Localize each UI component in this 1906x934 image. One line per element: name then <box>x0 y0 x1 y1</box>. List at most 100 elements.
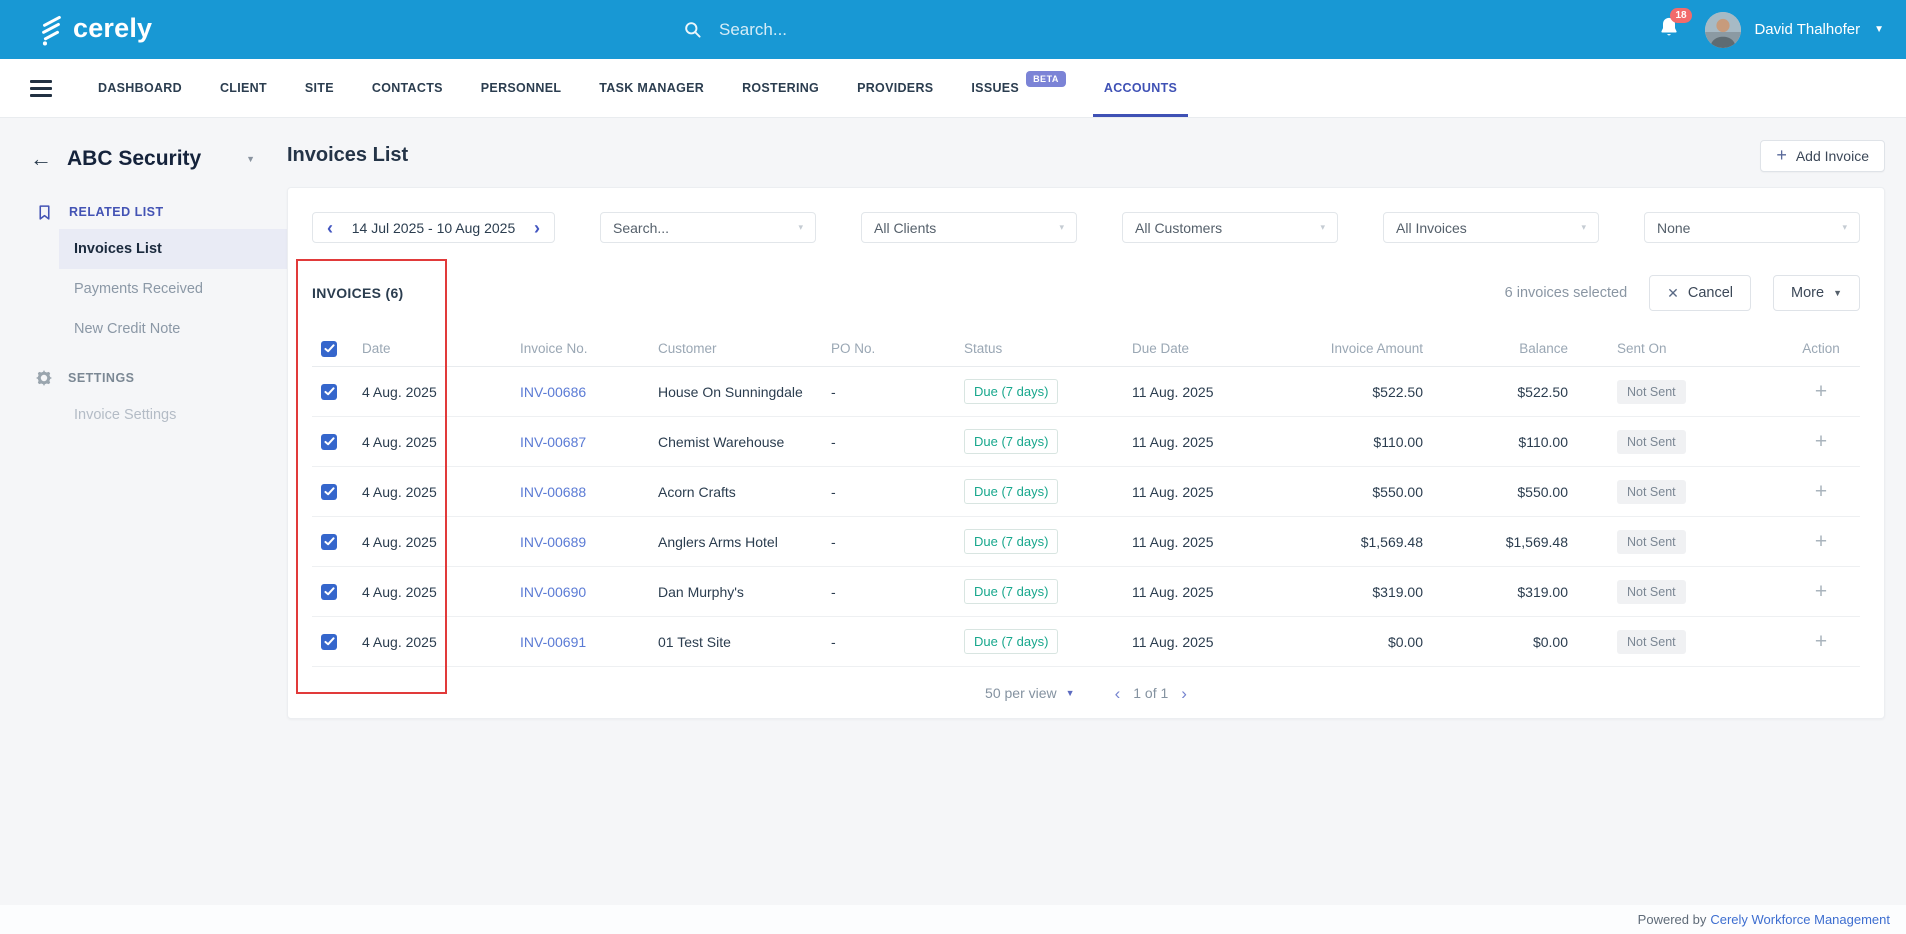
cell-customer: Acorn Crafts <box>658 484 831 500</box>
tab-label: ACCOUNTS <box>1104 81 1177 95</box>
sidebar-item-invoice-settings[interactable]: Invoice Settings <box>59 395 287 435</box>
cell-balance: $110.00 <box>1423 434 1568 450</box>
tab-task-manager[interactable]: TASK MANAGER <box>580 59 723 117</box>
brand[interactable]: cerely <box>38 14 152 46</box>
column-header-status[interactable]: Status <box>964 341 1132 356</box>
global-search-input[interactable]: Search... <box>683 0 787 59</box>
row-action-plus-icon[interactable]: + <box>1815 580 1827 603</box>
column-header-date[interactable]: Date <box>362 341 520 356</box>
sidebar-item-invoices-list[interactable]: Invoices List <box>59 229 287 269</box>
status-badge: Due (7 days) <box>964 629 1058 654</box>
plus-icon: + <box>1776 146 1787 166</box>
column-header-invoice-amount[interactable]: Invoice Amount <box>1292 341 1423 356</box>
add-invoice-label: Add Invoice <box>1796 148 1869 164</box>
chevron-right-icon[interactable]: › <box>534 219 540 237</box>
search-filter[interactable]: Search...▾ <box>600 212 816 243</box>
tab-accounts[interactable]: ACCOUNTS <box>1085 59 1196 117</box>
status-badge: Due (7 days) <box>964 529 1058 554</box>
row-checkbox[interactable] <box>321 534 337 550</box>
sent-on-cell: Not Sent <box>1568 580 1782 604</box>
tab-site[interactable]: SITE <box>286 59 353 117</box>
cell-due-date: 11 Aug. 2025 <box>1132 434 1292 450</box>
column-header-po-no[interactable]: PO No. <box>831 341 964 356</box>
notifications-button[interactable]: 18 <box>1659 16 1679 43</box>
clients-filter[interactable]: All Clients▾ <box>861 212 1077 243</box>
select-all-checkbox[interactable] <box>321 341 337 357</box>
sent-on-cell: Not Sent <box>1568 630 1782 654</box>
column-header-invoice-no[interactable]: Invoice No. <box>520 341 658 356</box>
row-checkbox[interactable] <box>321 434 337 450</box>
invoice-link[interactable]: INV-00688 <box>520 484 658 500</box>
cell-due-date: 11 Aug. 2025 <box>1132 534 1292 550</box>
filter-value: None <box>1657 220 1690 236</box>
tab-dashboard[interactable]: DASHBOARD <box>79 59 201 117</box>
status-badge: Due (7 days) <box>964 479 1058 504</box>
brand-name[interactable]: cerely <box>73 15 152 45</box>
row-action-plus-icon[interactable]: + <box>1815 630 1827 653</box>
row-action-plus-icon[interactable]: + <box>1815 530 1827 553</box>
sidebar-title-caret-icon[interactable]: ▼ <box>246 154 255 164</box>
row-action-plus-icon[interactable]: + <box>1815 380 1827 403</box>
menu-icon[interactable] <box>30 59 52 117</box>
tab-providers[interactable]: PROVIDERS <box>838 59 952 117</box>
row-action-plus-icon[interactable]: + <box>1815 430 1827 453</box>
selected-count-text: 6 invoices selected <box>1505 285 1628 301</box>
column-header-action[interactable]: Action <box>1782 341 1860 356</box>
date-range-picker[interactable]: ‹ 14 Jul 2025 - 10 Aug 2025 › <box>312 212 555 243</box>
powered-by: Powered by Cerely Workforce Management <box>0 905 1906 934</box>
page-title: Invoices List <box>287 144 408 167</box>
tab-rostering[interactable]: ROSTERING <box>723 59 838 117</box>
sidebar-item-new-credit-note[interactable]: New Credit Note <box>59 309 287 349</box>
invoice-link[interactable]: INV-00687 <box>520 434 658 450</box>
filter-bar: ‹ 14 Jul 2025 - 10 Aug 2025 › Search...▾… <box>312 212 1860 243</box>
invoice-link[interactable]: INV-00691 <box>520 634 658 650</box>
cell-customer: Dan Murphy's <box>658 584 831 600</box>
tab-contacts[interactable]: CONTACTS <box>353 59 462 117</box>
status-cell: Due (7 days) <box>964 429 1132 454</box>
extra-filter[interactable]: None▾ <box>1644 212 1860 243</box>
row-checkbox[interactable] <box>321 584 337 600</box>
row-checkbox[interactable] <box>321 484 337 500</box>
table-row: 4 Aug. 2025INV-00689Anglers Arms Hotel-D… <box>312 517 1860 567</box>
page-prev-icon[interactable]: ‹ <box>1115 685 1121 702</box>
user-menu-caret-icon[interactable]: ▼ <box>1874 24 1884 35</box>
row-action-plus-icon[interactable]: + <box>1815 480 1827 503</box>
column-header-sent-on[interactable]: Sent On <box>1568 341 1782 356</box>
invoice-link[interactable]: INV-00686 <box>520 384 658 400</box>
notification-badge: 18 <box>1670 8 1691 23</box>
main-nav: DASHBOARDCLIENTSITECONTACTSPERSONNELTASK… <box>0 59 1906 118</box>
avatar[interactable] <box>1705 12 1741 48</box>
chevron-left-icon[interactable]: ‹ <box>327 219 333 237</box>
sidebar-item-payments-received[interactable]: Payments Received <box>59 269 287 309</box>
tab-issues[interactable]: ISSUESBETA <box>952 59 1085 117</box>
close-icon: ✕ <box>1667 285 1679 302</box>
page-next-icon[interactable]: › <box>1181 685 1187 702</box>
invoice-link[interactable]: INV-00690 <box>520 584 658 600</box>
column-header-due-date[interactable]: Due Date <box>1132 341 1292 356</box>
add-invoice-button[interactable]: + Add Invoice <box>1760 140 1885 172</box>
invoice-link[interactable]: INV-00689 <box>520 534 658 550</box>
customers-filter[interactable]: All Customers▾ <box>1122 212 1338 243</box>
row-checkbox[interactable] <box>321 634 337 650</box>
column-header-customer[interactable]: Customer <box>658 341 831 356</box>
tab-client[interactable]: CLIENT <box>201 59 286 117</box>
row-checkbox[interactable] <box>321 384 337 400</box>
tab-personnel[interactable]: PERSONNEL <box>462 59 581 117</box>
action-cell: + <box>1782 631 1860 652</box>
column-header-balance[interactable]: Balance <box>1423 341 1568 356</box>
cancel-button[interactable]: ✕ Cancel <box>1649 275 1751 311</box>
action-cell: + <box>1782 581 1860 602</box>
invoices-filter[interactable]: All Invoices▾ <box>1383 212 1599 243</box>
more-button[interactable]: More ▼ <box>1773 275 1860 311</box>
user-name[interactable]: David Thalhofer <box>1754 21 1860 38</box>
per-page-select[interactable]: 50 per view ▼ <box>985 685 1075 701</box>
sent-on-cell: Not Sent <box>1568 480 1782 504</box>
status-cell: Due (7 days) <box>964 479 1132 504</box>
back-arrow-icon[interactable]: ← <box>30 148 52 170</box>
cell-customer: 01 Test Site <box>658 634 831 650</box>
header-right-cluster: 18 David Thalhofer ▼ <box>1659 12 1884 48</box>
powered-by-link[interactable]: Cerely Workforce Management <box>1710 912 1890 927</box>
table-row: 4 Aug. 2025INV-00686House On Sunningdale… <box>312 367 1860 417</box>
cell-invoice-amount: $319.00 <box>1292 584 1423 600</box>
related-list-heading: RELATED LIST <box>0 195 287 229</box>
